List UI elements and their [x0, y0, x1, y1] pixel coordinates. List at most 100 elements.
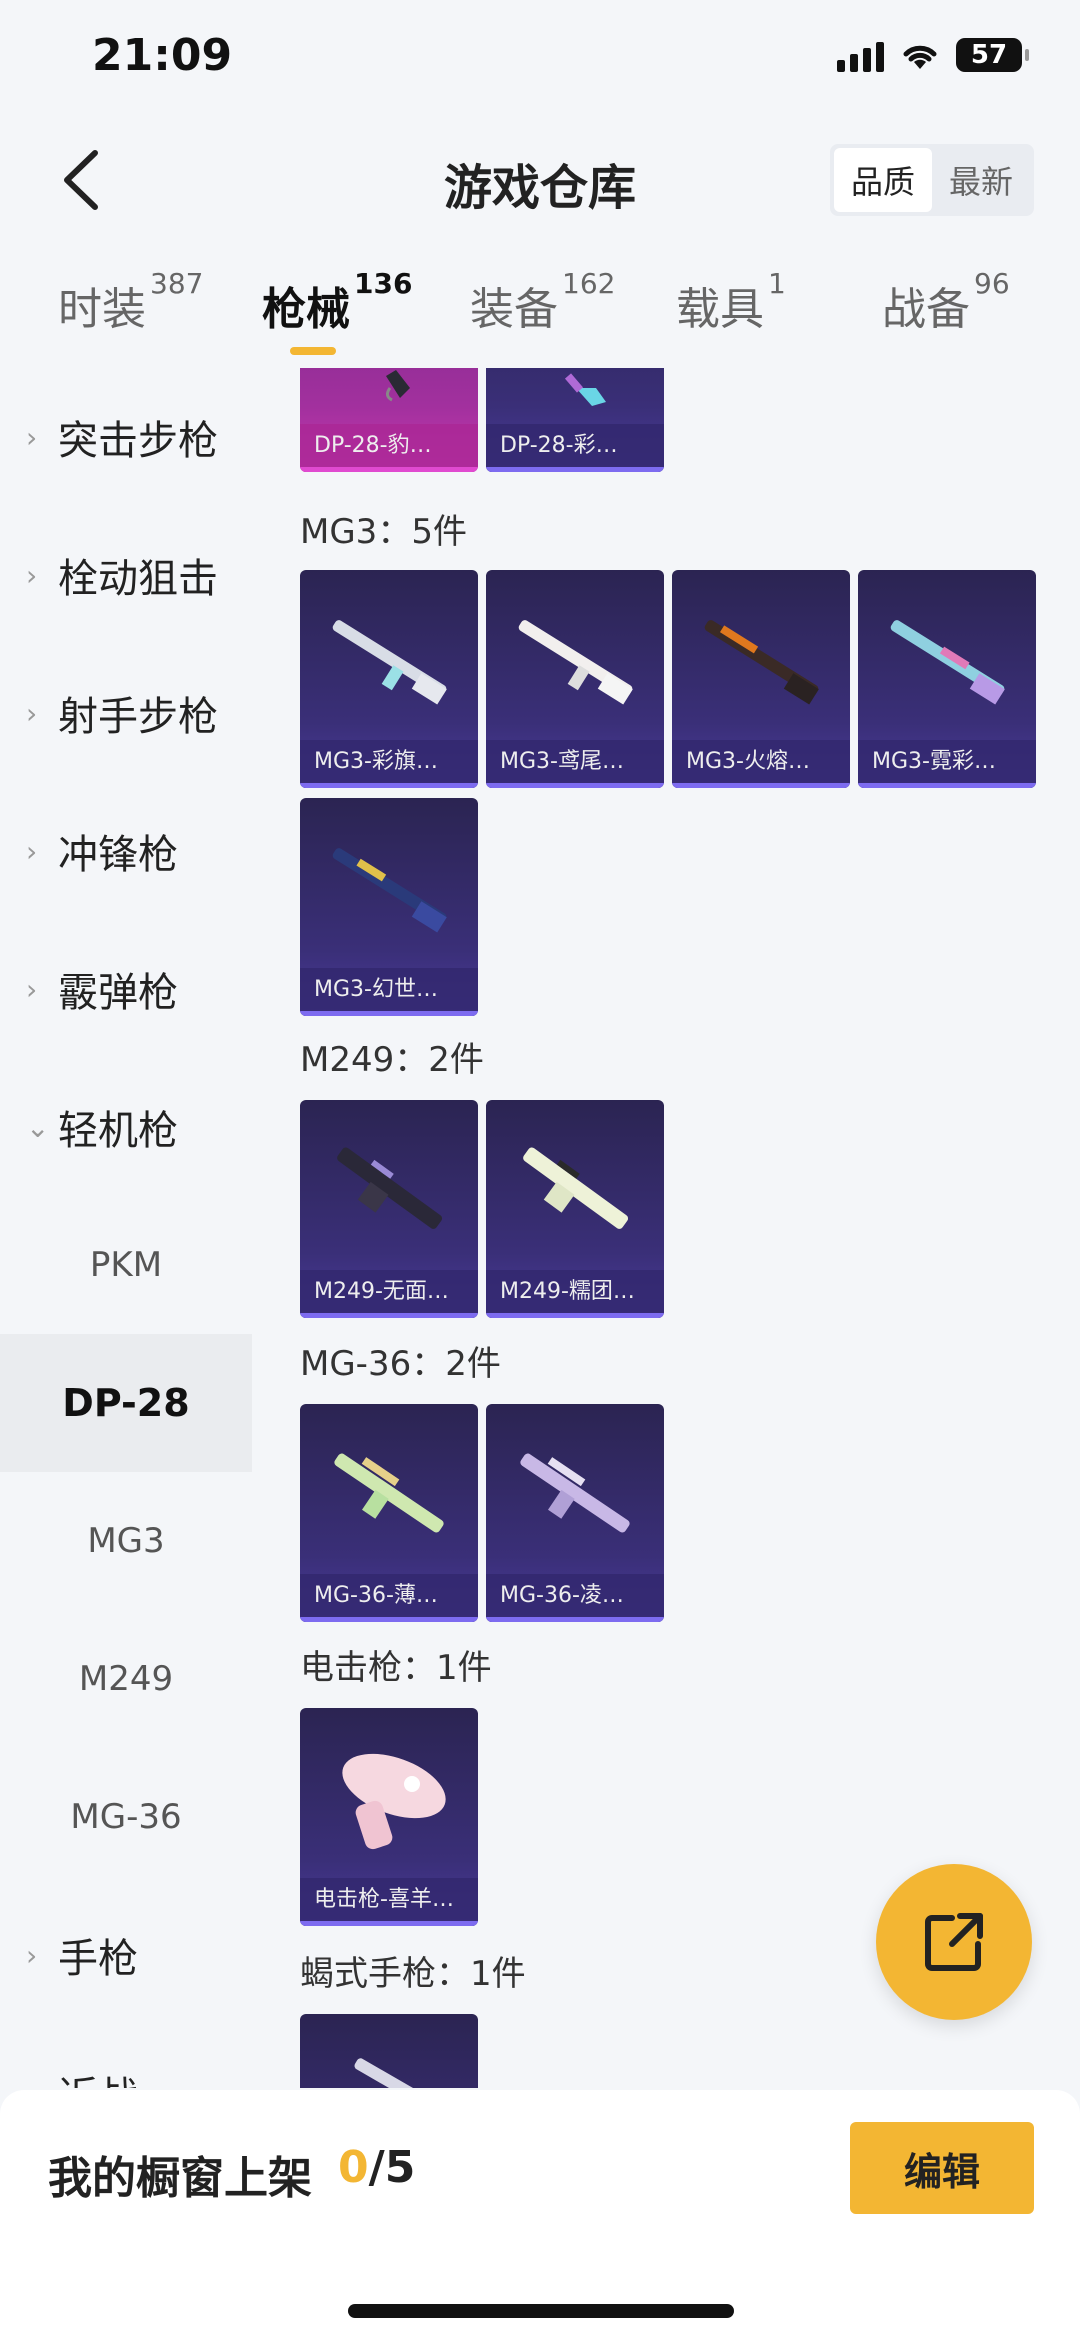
weapon-name: DP-28-豹… [300, 424, 478, 472]
sidebar-item-bolt-sniper[interactable]: › 栓动狙击 [0, 506, 252, 644]
tab-firearms[interactable]: 枪械136 [262, 267, 412, 337]
sidebar-item-label: 栓动狙击 [58, 556, 218, 602]
rarity-bar [486, 783, 664, 788]
tab-vehicles[interactable]: 载具1 [676, 267, 786, 337]
weapon-card[interactable]: MG3-幻世… [300, 798, 478, 1016]
tab-count: 96 [974, 267, 1010, 300]
sidebar-item-assault-rifle[interactable]: › 突击步枪 [0, 368, 252, 506]
weapon-card[interactable]: M249-无面… [300, 1100, 478, 1318]
rarity-bar [300, 1011, 478, 1016]
tab-equipment[interactable]: 装备162 [470, 267, 615, 337]
sidebar-subitem-pkm[interactable]: PKM [0, 1196, 252, 1334]
sidebar-item-label: 冲锋枪 [58, 832, 178, 878]
chevron-left-icon [64, 150, 98, 210]
group-title-scorpion-pistol: 蝎式手枪：1件 [300, 1954, 526, 1994]
showcase-current: 0 [338, 2142, 369, 2193]
weapon-name: MG3-火熔… [672, 740, 850, 788]
edit-button[interactable]: 编辑 [850, 2122, 1034, 2214]
sort-quality-button[interactable]: 品质 [834, 148, 932, 212]
sidebar-item-pistol[interactable]: › 手枪 [0, 1886, 252, 2024]
weapon-card[interactable]: MG-36-凌… [486, 1404, 664, 1622]
rarity-bar [300, 1313, 478, 1318]
weapon-card[interactable]: DP-28-彩… [486, 368, 664, 472]
tab-label: 战备 [882, 284, 970, 335]
external-link-icon [925, 1913, 983, 1971]
weapon-card[interactable]: M249-糯团… [486, 1100, 664, 1318]
sidebar-item-label: 突击步枪 [58, 418, 218, 464]
group-title-m249: M249：2件 [300, 1040, 484, 1080]
back-button[interactable] [40, 140, 120, 220]
sidebar-subitem-m249[interactable]: M249 [0, 1610, 252, 1748]
chevron-right-icon: › [26, 972, 38, 1006]
status-bar: 21:09 57 [0, 0, 1080, 120]
sidebar-item-marksman-rifle[interactable]: › 射手步枪 [0, 644, 252, 782]
tab-count: 387 [150, 267, 204, 300]
weapon-card[interactable]: MG3-彩旗… [300, 570, 478, 788]
weapon-card[interactable]: MG3-鸢尾… [486, 570, 664, 788]
tab-label: 时装 [58, 284, 146, 335]
weapon-image [332, 620, 447, 705]
weapon-name: MG-36-薄… [300, 1574, 478, 1622]
rarity-bar [300, 783, 478, 788]
sort-toggle: 品质 最新 [830, 144, 1034, 216]
sidebar-subitem-dp28[interactable]: DP-28 [0, 1334, 252, 1472]
rarity-bar [300, 467, 478, 472]
chevron-right-icon: › [26, 1938, 38, 1972]
weapon-card[interactable]: MG-36-薄… [300, 1404, 478, 1622]
tab-count: 136 [354, 267, 413, 300]
rarity-bar [486, 1313, 664, 1318]
status-time: 21:09 [92, 30, 233, 81]
sidebar-item-label: 手枪 [58, 1936, 138, 1982]
weapon-card[interactable] [300, 2014, 478, 2088]
sidebar-item-shotgun[interactable]: › 霰弹枪 [0, 920, 252, 1058]
weapon-image [354, 2058, 445, 2088]
signal-icon [837, 38, 884, 72]
battery-icon: 57 [956, 38, 1029, 72]
chevron-right-icon: › [26, 420, 38, 454]
group-title-mg36: MG-36：2件 [300, 1344, 501, 1384]
tab-count: 1 [768, 267, 786, 300]
showcase-bar: 我的橱窗上架 0/5 编辑 [0, 2090, 1080, 2339]
group-title-mg3: MG3：5件 [300, 512, 467, 552]
chevron-right-icon: › [26, 2077, 50, 2089]
rarity-bar [300, 1617, 478, 1622]
weapon-card[interactable]: MG3-霓彩… [858, 570, 1036, 788]
header: 游戏仓库 品质 最新 [0, 120, 1080, 240]
rarity-bar [672, 783, 850, 788]
share-button[interactable] [876, 1864, 1032, 2020]
rarity-bar [486, 467, 664, 472]
weapon-image [704, 620, 819, 705]
group-title-stun-gun: 电击枪：1件 [300, 1648, 492, 1688]
sidebar-item-melee[interactable]: › 近战 [0, 2024, 252, 2088]
chevron-down-icon: ⌄ [26, 1110, 50, 1144]
weapon-image [342, 1753, 446, 1850]
sidebar-item-smg[interactable]: › 冲锋枪 [0, 782, 252, 920]
weapon-name: MG3-霓彩… [858, 740, 1036, 788]
sidebar-subitem-mg36[interactable]: MG-36 [0, 1748, 252, 1886]
chevron-right-icon: › [26, 696, 38, 730]
active-tab-indicator [290, 347, 336, 355]
weapon-card[interactable]: DP-28-豹… [300, 368, 478, 472]
sidebar-subitem-mg3[interactable]: MG3 [0, 1472, 252, 1610]
sidebar-item-lmg[interactable]: ⌄ 轻机枪 [0, 1058, 252, 1196]
rarity-bar [858, 783, 1036, 788]
weapon-card[interactable]: 电击枪-喜羊… [300, 1708, 478, 1926]
weapon-image [332, 848, 447, 933]
sort-latest-button[interactable]: 最新 [932, 148, 1030, 212]
wifi-icon [903, 45, 937, 69]
showcase-label: 我的橱窗上架 [48, 2153, 312, 2204]
weapon-name: MG3-幻世… [300, 968, 478, 1016]
weapon-image [564, 373, 606, 406]
rarity-bar [486, 1617, 664, 1622]
weapon-name: M249-无面… [300, 1270, 478, 1318]
weapon-image [334, 1453, 444, 1533]
weapon-image [385, 370, 410, 402]
weapon-name: MG3-彩旗… [300, 740, 478, 788]
tab-supplies[interactable]: 战备96 [882, 267, 1010, 337]
weapon-card[interactable]: MG3-火熔… [672, 570, 850, 788]
tab-label: 载具 [676, 284, 764, 335]
sidebar-item-label: 近战 [58, 2064, 138, 2088]
showcase-total: /5 [368, 2142, 416, 2193]
tab-outfits[interactable]: 时装387 [58, 267, 203, 337]
tab-label: 枪械 [262, 284, 350, 335]
